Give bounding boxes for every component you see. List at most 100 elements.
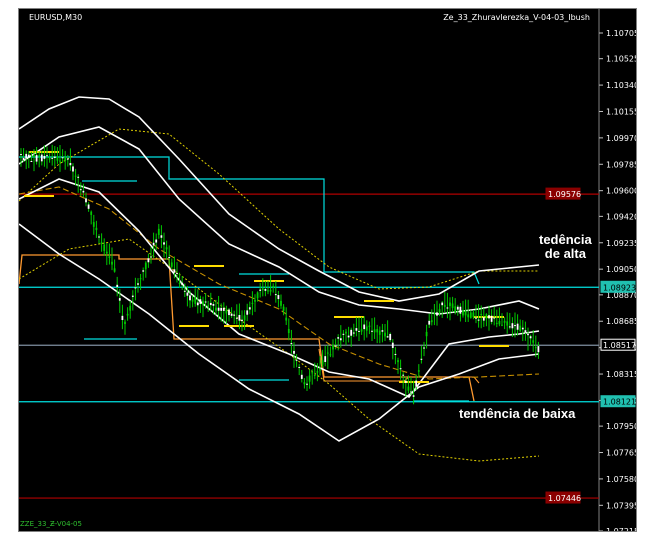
candle-body [137,283,139,285]
candle-body [72,166,74,172]
candle-body [280,300,282,306]
downtrend-annotation: tendência de baixa [459,406,576,421]
candle-body [438,309,441,313]
candle-body [222,307,225,311]
candle-body [446,307,449,309]
candle-body [524,330,527,333]
candle-body [199,299,202,304]
candle-body [423,347,425,349]
price-marker-label: 1.09576 [548,190,581,199]
candle-body [490,315,493,322]
candle-body [428,320,431,325]
candle-body [27,154,30,158]
candle-body [285,317,288,321]
price-tick-label: 1.09235 [606,239,636,248]
candle-body [144,262,147,270]
candle-body [355,328,358,331]
candle-body [321,360,324,365]
candle-body [228,309,230,316]
candle-body [64,156,67,161]
candle-body [256,292,259,299]
candle-body [131,295,134,297]
candle-body [306,383,308,385]
uptrend-label-line1: tedência [539,232,592,247]
candle-body [394,353,397,355]
candle-body [464,310,467,316]
chart-area[interactable]: 1.10705 1.10525 1.10340 1.10155 1.09970 1.097… [18,8,637,532]
candle-body [477,319,480,321]
candle-body [480,314,483,316]
candle-body [40,154,43,162]
candle-body [46,155,48,157]
candle-body [150,256,152,258]
price-tick-label: 1.07215 [606,527,636,531]
price-marker-label: 1.08121 [603,398,636,407]
candle-body [98,236,100,238]
candle-body [441,302,444,306]
candle-body [163,242,165,245]
candle-body [368,325,371,327]
candle-body [493,317,496,319]
candle-body [449,302,451,307]
candle-body [134,287,137,289]
candle-body [316,371,319,373]
candle-body [358,330,360,332]
price-tick-label: 1.09050 [606,265,636,274]
candle-body [56,156,59,161]
price-tick-label: 1.08685 [606,317,636,326]
price-tick-label: 1.10340 [606,81,636,90]
candle-body [459,306,462,314]
candle-body [295,359,298,361]
dotted-band-upper [19,128,539,290]
price-chart[interactable]: 1.10705 1.10525 1.10340 1.10155 1.09970 1.097… [19,9,636,531]
candle-body [118,298,121,301]
candle-body [77,176,80,178]
candle-body [61,157,64,159]
price-tick-label: 1.10525 [606,55,636,64]
candle-body [329,354,332,356]
candle-body [152,242,155,246]
candle-body [90,211,93,215]
price-tick-label: 1.07950 [606,422,636,431]
candle-body [412,395,415,397]
candle-body [527,333,529,336]
candle-body [204,301,207,303]
candle-body [415,380,418,387]
candle-body [160,235,163,238]
candle-body [363,324,366,330]
candle-body [183,290,186,292]
candle-body [105,251,108,254]
candle-body [482,317,485,321]
candle-body [402,374,405,376]
candle-body [272,285,275,288]
candle-body [436,312,438,316]
candle-body [311,372,314,374]
indicator-name: Ze_33_Zhuravlerezka_V-04-03_Ibush [443,13,590,22]
candle-body [82,190,85,193]
price-tick-label: 1.09420 [606,212,636,221]
candle-body [108,256,111,258]
candle-body [287,328,290,334]
price-tick-label: 1.07765 [606,449,636,458]
candle-body [519,325,522,331]
candle-body [501,324,503,326]
candle-body [469,312,472,318]
candle-body [360,329,363,332]
candle-body [433,313,436,315]
candle-body [124,321,126,325]
candle-body [261,288,264,291]
candle-body [217,307,220,311]
candle-body [378,330,381,335]
candle-body [51,157,54,159]
candle-body [59,160,61,162]
candle-body [454,306,457,313]
candle-body [79,189,82,191]
candle-body [233,314,236,316]
candle-body [407,386,410,391]
candle-body [456,306,459,310]
band-inner-upper [19,126,540,315]
candle-body [235,317,238,319]
candle-body [498,320,501,325]
candle-body [472,312,475,318]
candle-body [209,302,212,306]
